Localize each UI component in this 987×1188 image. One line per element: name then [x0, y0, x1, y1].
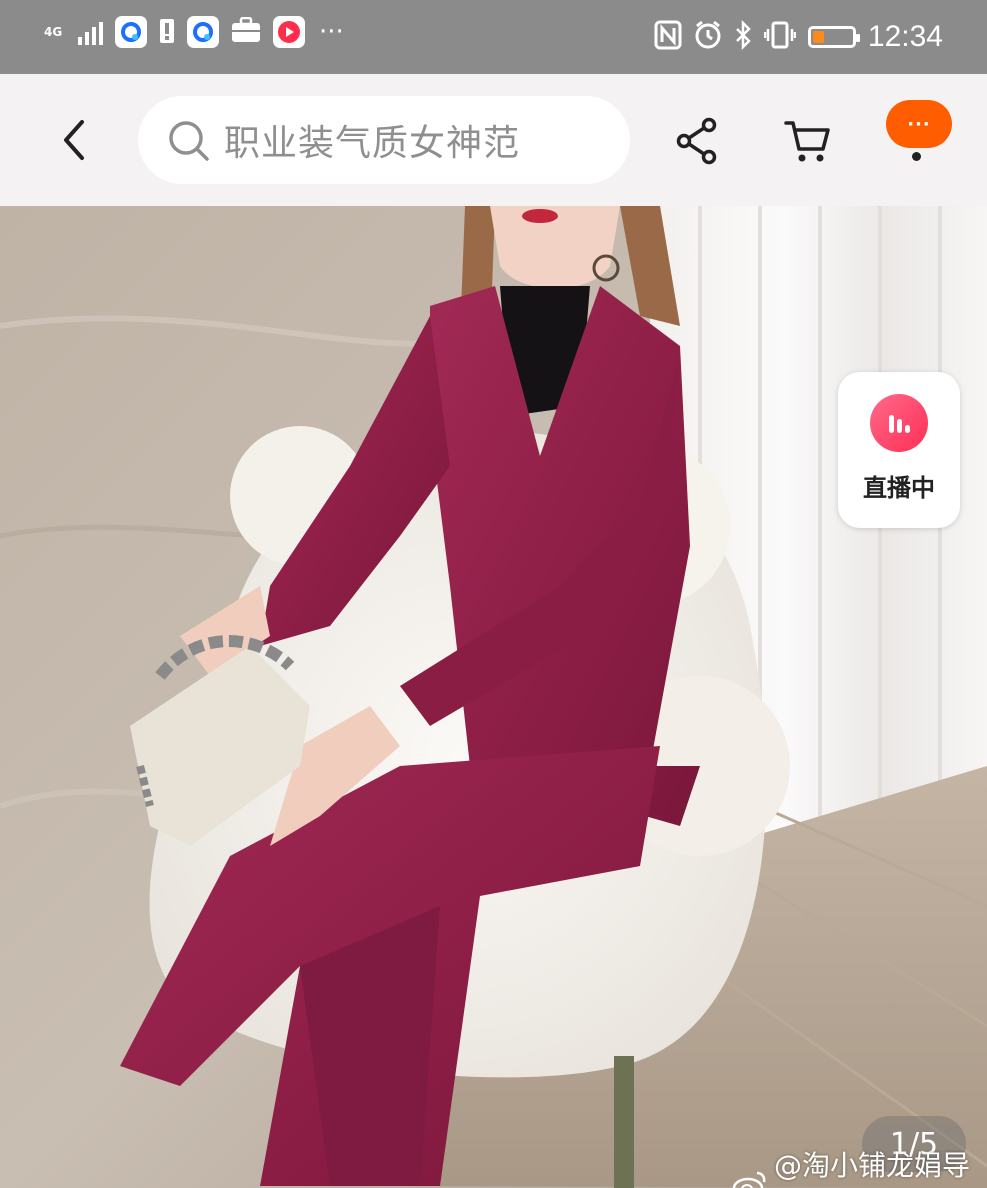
search-bar[interactable]: 职业装气质女神范 — [138, 96, 630, 184]
notification-alert-icon — [159, 16, 175, 48]
product-image[interactable]: 直播中 1/5 @淘小铺龙娟导师 — [0, 206, 987, 1188]
chevron-left-icon — [64, 120, 84, 160]
back-button[interactable] — [48, 112, 98, 168]
network-type: 4G — [44, 25, 63, 39]
nfc-icon — [654, 20, 682, 54]
alarm-icon — [694, 20, 722, 54]
bluetooth-icon — [734, 19, 752, 54]
browser-app-icon-2 — [187, 16, 219, 48]
signal-icon — [78, 19, 103, 45]
video-app-icon — [273, 16, 305, 48]
notification-dot — [912, 152, 921, 161]
cart-icon — [784, 121, 830, 162]
cart-button[interactable] — [778, 112, 836, 170]
share-icon — [676, 117, 717, 165]
watermark: @淘小铺龙娟导师 — [732, 1144, 987, 1188]
battery-icon — [807, 26, 860, 48]
share-button[interactable] — [668, 112, 726, 170]
status-bar-right: 12:34 — [654, 14, 943, 60]
more-notifications: ··· — [319, 17, 344, 47]
live-stream-label: 直播中 — [863, 474, 935, 502]
search-icon — [166, 118, 210, 162]
clock: 12:34 — [867, 20, 943, 53]
browser-app-icon — [115, 16, 147, 48]
live-stream-badge[interactable]: 直播中 — [838, 372, 960, 528]
top-nav-bar: 职业装气质女神范 ··· — [0, 74, 987, 206]
weibo-logo-icon — [732, 1169, 768, 1188]
search-placeholder: 职业装气质女神范 — [224, 123, 521, 164]
briefcase-icon — [231, 16, 261, 47]
status-bar: 4G ··· 12:34 — [0, 0, 987, 74]
more-menu-button[interactable]: ··· — [886, 100, 952, 148]
product-photo — [0, 206, 987, 1188]
status-bar-left: 4G ··· — [44, 16, 344, 48]
vibrate-icon — [763, 20, 797, 54]
watermark-text: @淘小铺龙娟导师 — [774, 1149, 971, 1182]
live-stream-icon — [870, 394, 928, 452]
